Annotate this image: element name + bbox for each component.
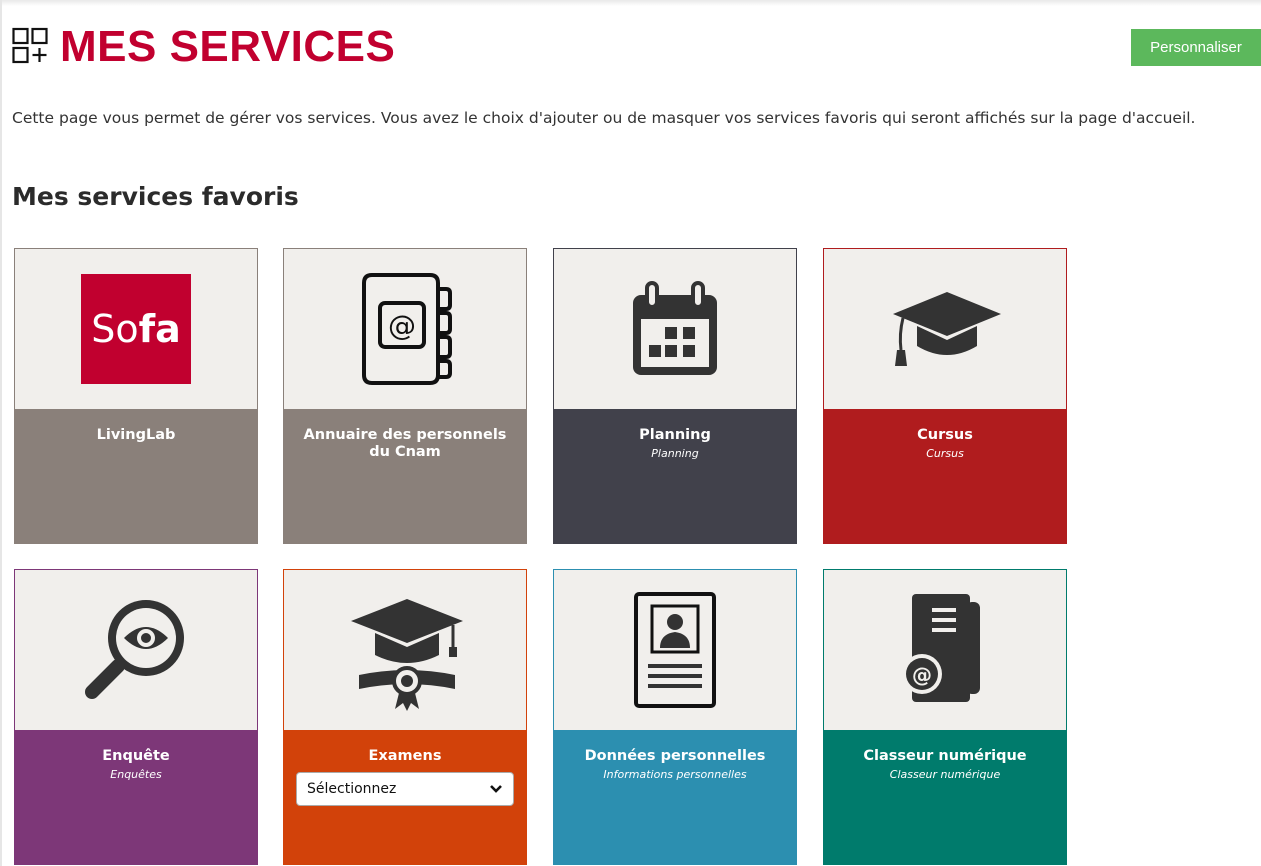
tile-subtitle: Cursus: [926, 447, 964, 460]
tile-label-area: Cursus Cursus: [824, 409, 1066, 543]
tile-name: Planning: [639, 427, 711, 443]
digital-binder-icon: @: [902, 594, 980, 702]
tile-label-area: LivingLab: [15, 409, 257, 543]
top-shadow: [0, 0, 1261, 6]
service-tile-enquete[interactable]: Enquête Enquêtes: [14, 569, 258, 865]
tile-icon-area: [554, 249, 796, 409]
tile-subtitle: Planning: [651, 447, 699, 460]
profile-document-icon: [634, 592, 716, 708]
tile-subtitle: Classeur numérique: [889, 768, 1001, 781]
tile-icon-area: [554, 570, 796, 730]
service-tile-planning[interactable]: Planning Planning: [553, 248, 797, 544]
service-tile-donnees-personnelles[interactable]: Données personnelles Informations person…: [553, 569, 797, 865]
exam-select-value: Sélectionnez: [307, 781, 397, 797]
exam-select[interactable]: Sélectionnez: [296, 772, 514, 806]
page-title: MES SERVICES: [60, 22, 396, 71]
tile-icon-area: @: [824, 570, 1066, 730]
tile-label-area: Planning Planning: [554, 409, 796, 543]
tile-icon-area: [824, 249, 1066, 409]
tile-name: LivingLab: [96, 427, 176, 443]
chevron-down-icon: [490, 785, 502, 793]
tile-label-area: Examens Sélectionnez: [284, 730, 526, 864]
tile-subtitle: Informations personnelles: [603, 768, 747, 781]
calendar-icon: [633, 281, 717, 375]
tile-name: Classeur numérique: [863, 748, 1027, 764]
tile-name: Données personnelles: [584, 748, 766, 764]
tile-name: Examens: [368, 748, 442, 764]
tile-name: Cursus: [917, 427, 973, 443]
svg-text:@: @: [388, 309, 416, 342]
tile-icon-area: @: [284, 249, 526, 409]
page-header: MES SERVICES: [12, 22, 395, 72]
customize-button[interactable]: Personnaliser: [1131, 29, 1261, 66]
tile-label-area: Enquête Enquêtes: [15, 730, 257, 864]
diploma-cap-icon: [351, 599, 463, 711]
sofa-logo: So fa: [81, 274, 191, 384]
service-tile-classeur-numerique[interactable]: @ Classeur numérique Classeur numérique: [823, 569, 1067, 865]
tile-label-area: Annuaire des personnels du Cnam: [284, 409, 526, 543]
magnifier-eye-icon: [85, 600, 184, 699]
service-tile-cursus[interactable]: Cursus Cursus: [823, 248, 1067, 544]
tile-label-area: Classeur numérique Classeur numérique: [824, 730, 1066, 864]
service-tile-examens[interactable]: Examens Sélectionnez: [283, 569, 527, 865]
tile-icon-area: [15, 570, 257, 730]
tile-icon-area: So fa: [15, 249, 257, 409]
svg-text:@: @: [912, 663, 932, 687]
tile-icon-area: [284, 570, 526, 730]
intro-text: Cette page vous permet de gérer vos serv…: [12, 109, 1196, 127]
services-grid-icon: [12, 27, 48, 64]
graduation-cap-icon: [893, 292, 1001, 366]
tile-name: Enquête: [102, 748, 170, 764]
section-title: Mes services favoris: [12, 182, 299, 211]
left-border: [0, 0, 2, 866]
tile-name: Annuaire des personnels du Cnam: [303, 427, 507, 460]
service-tile-annuaire[interactable]: @ Annuaire des personnels du Cnam: [283, 248, 527, 544]
tile-label-area: Données personnelles Informations person…: [554, 730, 796, 864]
tile-subtitle: Enquêtes: [110, 768, 162, 781]
address-book-icon: @: [362, 273, 452, 385]
service-tile-livinglab[interactable]: So fa LivingLab: [14, 248, 258, 544]
